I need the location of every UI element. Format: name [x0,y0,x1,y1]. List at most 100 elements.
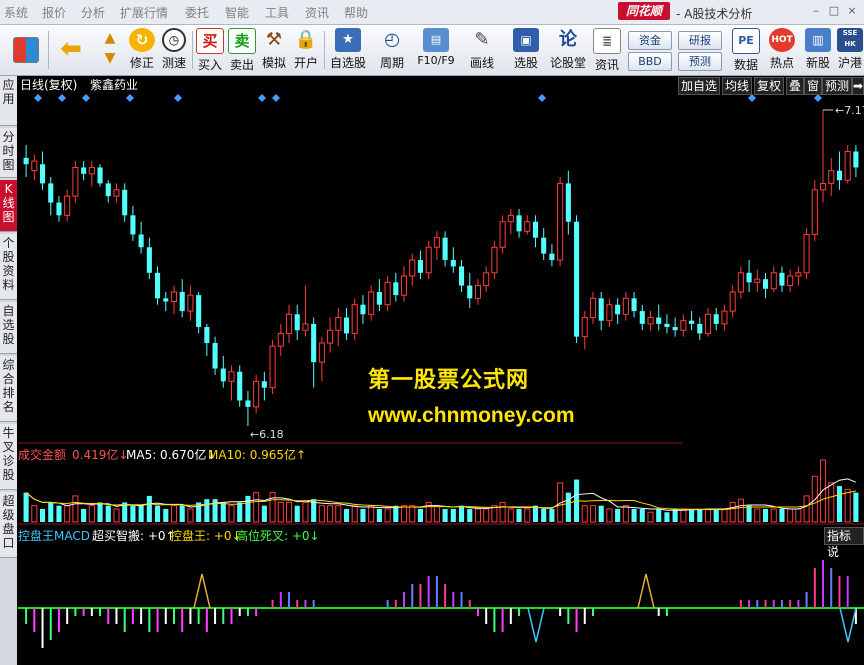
menu-analysis[interactable]: 分析 [81,4,105,21]
candle-body [360,304,366,315]
toolbar-new-stock-button[interactable]: ▥ 新股 [802,28,834,72]
candle-body [311,323,317,363]
volume-bar [516,508,522,522]
toolbar-watchlist-label: 自选股 [329,56,366,70]
capital-pill[interactable]: 资金 [628,31,672,50]
hot-icon: HOT [769,28,795,52]
clock-icon: ◴ [384,29,400,50]
menu-bar: 系统 报价 分析 扩展行情 委托 智能 工具 资讯 帮助 同花顺 - A股技术分… [0,0,864,25]
toolbar-open-account-button[interactable]: 🔒 开户 [292,28,320,72]
volume-bar [196,502,202,522]
toolbar-updown-button[interactable]: ▲ ▼ [96,28,124,72]
side-tab-stock-info[interactable]: 个股资料 [0,234,17,300]
forecast-button[interactable]: 预测 [822,77,853,95]
forecast-pill[interactable]: 预测 [678,52,722,71]
side-tab-intraday[interactable]: 分时图 [0,128,17,178]
toolbar: ⬅ ▲ ▼ ↻ 修正 ◷ 测速 买 买入 卖 卖出 ⚒ 模拟 🔒 开户 ★ 自选股… [0,25,864,76]
candle-body [664,323,670,328]
candle-body [122,189,128,216]
menu-system[interactable]: 系统 [4,4,28,21]
toolbar-forum-button[interactable]: 论 论股堂 [550,28,586,72]
volume-bar [606,508,613,523]
toolbar-period-button[interactable]: ◴ 周期 [372,28,412,72]
menu-extended-quote[interactable]: 扩展行情 [120,4,168,21]
volume-bar [746,505,752,522]
toolbar-hot-button[interactable]: HOT 热点 [766,28,798,72]
toolbar-sse-hk-button[interactable]: SSE HK 沪港 [836,28,864,72]
ma-button[interactable]: 均线 [722,77,753,95]
candle-body [113,189,120,197]
toolbar-buy-button[interactable]: 买 买入 [196,28,224,72]
candle-body [697,323,703,334]
event-marker-icon [174,94,182,102]
indicator-signal-peak [193,573,211,609]
toolbar-speedtest-button[interactable]: ◷ 测速 [160,28,188,72]
candle-body [409,259,416,277]
volume-bar [56,505,62,522]
menu-smart[interactable]: 智能 [225,4,249,21]
volume-bar [155,505,161,522]
window-button[interactable]: 窗 [804,77,823,95]
research-pill[interactable]: 研报 [678,31,722,50]
side-tab-kline[interactable]: K线图 [0,180,17,232]
low-price-label: ←6.18 [250,428,284,441]
toolbar-news-button[interactable]: ≣ 资讯 [592,28,622,72]
brand-logo: 同花顺 [618,2,670,20]
volume-bar [343,508,350,522]
candle-body [516,215,522,232]
toolbar-grid-button[interactable] [8,28,44,72]
toolbar-data-label: 数据 [733,58,758,72]
indicator-signal-peak [527,607,545,643]
toolbar-draw-button[interactable]: ✎ 画线 [462,28,502,72]
candle-body [680,320,687,331]
candle-body [64,195,71,216]
overlay-button[interactable]: 叠 [786,77,805,95]
volume-bar [72,495,79,523]
menu-info[interactable]: 资讯 [305,4,329,21]
bbd-pill[interactable]: BBD [628,52,672,71]
volume-bar [737,498,744,523]
menu-quote[interactable]: 报价 [42,4,66,21]
side-tab-watchlist[interactable]: 自选股 [0,302,17,354]
kline-chart-area[interactable]: ←7.17←6.18 日线(复权) 紫鑫药业 加自选 均线 复权 叠 窗 预测 … [18,76,864,665]
toolbar-sell-button[interactable]: 卖 卖出 [228,28,256,72]
toolbar-f10-button[interactable]: ▤ F10/F9 [414,28,458,72]
toolbar-simulate-button[interactable]: ⚒ 模拟 [260,28,288,72]
indicator-help-button[interactable]: 指标说 [824,527,864,559]
candle-body [557,182,564,261]
side-tab-ranking[interactable]: 综合排名 [0,356,17,422]
toolbar-fix-button[interactable]: ↻ 修正 [128,28,156,72]
toolbar-stock-picker-button[interactable]: ▣ 选股 [506,28,546,72]
side-tab-super-panel[interactable]: 超级盘口 [0,492,17,558]
toolbar-sell-label: 卖出 [229,58,254,72]
volume-bar [327,505,334,523]
maximize-icon[interactable]: □ [826,3,842,19]
volume-bar [351,505,358,523]
menu-help[interactable]: 帮助 [344,4,368,21]
candle-body [656,317,662,324]
menu-trade[interactable]: 委托 [185,4,209,21]
toolbar-new-stock-label: 新股 [805,56,830,70]
event-marker-icon [538,94,546,102]
add-watchlist-button[interactable]: 加自选 [678,77,721,95]
toolbar-back-button[interactable]: ⬅ [56,28,86,72]
adjust-button[interactable]: 复权 [754,77,785,95]
side-tab-diagnosis[interactable]: 牛叉诊股 [0,424,17,490]
right-arrow-icon[interactable]: ➡ [852,77,864,95]
menu-tools[interactable]: 工具 [265,4,289,21]
candle-body [811,189,818,235]
candle-body [762,279,769,289]
volume-label: 成交金额 [18,448,67,462]
close-icon[interactable]: × [844,3,860,19]
volume-bar [770,508,777,523]
toolbar-data-button[interactable]: PE 数据 [730,28,762,72]
candle-body [138,234,144,248]
side-tab-apps[interactable]: 应用 [0,76,17,126]
volume-bar [48,502,54,522]
minimize-icon[interactable]: – [808,3,824,19]
volume-bar [541,508,547,522]
toolbar-watchlist-button[interactable]: ★ 自选股 [328,28,368,72]
candle-body [631,298,637,312]
new-stock-icon: ▥ [805,28,831,52]
volume-bar [253,492,260,523]
